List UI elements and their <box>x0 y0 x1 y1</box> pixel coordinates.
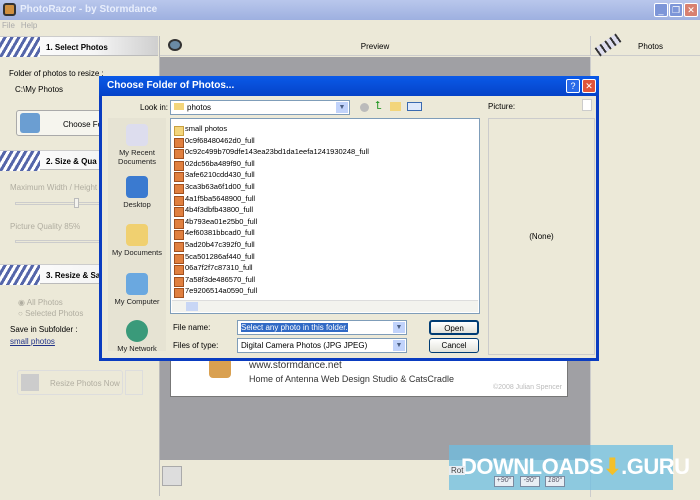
size-slider-thumb[interactable] <box>74 198 79 208</box>
file-item[interactable]: 0c92c499b709dfe143ea23bd1da1eefa12419302… <box>171 147 479 159</box>
file-item[interactable]: 4ef60381bbcad0_full <box>171 228 479 240</box>
subfolder-link[interactable]: small photos <box>10 337 55 346</box>
file-item[interactable]: 02dc56ba489f90_full <box>171 159 479 171</box>
dialog-title-bar: Choose Folder of Photos... <box>99 76 599 96</box>
max-size-label: Maximum Width / Height 60 <box>10 183 109 192</box>
view-menu-icon[interactable] <box>407 102 422 111</box>
help-button[interactable]: ? <box>566 79 580 93</box>
up-folder-icon[interactable]: ⮤ <box>375 100 382 113</box>
section-select-photos: 1. Select Photos <box>0 36 158 57</box>
copyright: ©2008 Julian Spencer <box>493 384 562 391</box>
place-my-computer[interactable]: My Computer <box>108 273 166 306</box>
file-item[interactable]: 7a58f3de486570_full <box>171 275 479 287</box>
file-list[interactable]: small photos 0c9f68480462d0_full 0c92c499b… <box>170 118 480 314</box>
quality-slider[interactable] <box>15 240 105 243</box>
rotate-plus90-button[interactable]: +90° <box>494 476 514 487</box>
preview-header: Preview <box>160 36 590 56</box>
quality-label: Picture Quality 85% <box>10 222 81 231</box>
file-item[interactable]: 06a7f2f7c87310_full <box>171 263 479 275</box>
horizontal-scrollbar[interactable] <box>172 300 478 312</box>
app-icon <box>3 3 16 16</box>
eye-icon <box>168 39 182 51</box>
choose-folder-button[interactable]: Choose Fo <box>16 110 106 136</box>
file-item[interactable]: 3ca3b63a6f1d00_full <box>171 182 479 194</box>
look-in-select[interactable]: photos ▼ <box>170 100 350 115</box>
menu-file[interactable]: File <box>2 21 15 30</box>
file-item[interactable]: 5ca501286af440_full <box>171 252 479 264</box>
scrollbar-thumb[interactable] <box>186 302 198 311</box>
file-item[interactable]: 4b793ea01e25b0_full <box>171 217 479 229</box>
look-in-label: Look in: <box>140 103 169 112</box>
menu-bar: File Help <box>0 20 700 32</box>
new-folder-icon[interactable] <box>390 102 401 111</box>
file-item[interactable]: 4a1f5ba5648900_full <box>171 194 479 206</box>
filmstrip-icon <box>594 33 622 57</box>
banner-url: www.stormdance.net <box>249 360 342 371</box>
link-icon[interactable] <box>125 370 143 395</box>
preview-toggle-icon[interactable] <box>582 99 592 111</box>
close-button[interactable]: ✕ <box>684 3 698 17</box>
folder-item[interactable]: small photos <box>171 124 479 136</box>
place-my-network[interactable]: My Network <box>108 320 166 353</box>
file-type-select[interactable]: Digital Camera Photos (JPG JPEG) ▼ <box>237 338 407 353</box>
cancel-button[interactable]: Cancel <box>429 338 479 353</box>
dialog-close-button[interactable]: ✕ <box>582 79 596 93</box>
open-button[interactable]: Open <box>429 320 479 335</box>
folder-label: Folder of photos to resize : <box>9 69 104 78</box>
rotate-label: Rot <box>449 466 466 475</box>
radio-all-photos[interactable]: ◉ All Photos <box>18 298 63 307</box>
place-recent[interactable]: My Recent Documents <box>108 124 166 166</box>
rotate-minus90-button[interactable]: -90° <box>520 476 540 487</box>
folder-icon <box>20 113 40 133</box>
picture-preview: (None) <box>488 118 595 355</box>
file-item[interactable]: 7e9206514a0590_full <box>171 286 479 298</box>
file-item[interactable]: 3afe6210cdd430_full <box>171 170 479 182</box>
folder-value: C:\My Photos <box>15 85 64 94</box>
rotate-180-button[interactable]: 180° <box>545 476 565 487</box>
file-item[interactable]: 0c9f68480462d0_full <box>171 136 479 148</box>
resize-icon <box>21 374 39 391</box>
view-toggle-icon[interactable] <box>162 466 182 486</box>
size-slider[interactable] <box>15 198 105 208</box>
place-desktop[interactable]: Desktop <box>108 176 166 209</box>
picture-label: Picture: <box>488 102 516 111</box>
photos-header: Photos <box>590 33 700 57</box>
file-item[interactable]: 5ad20b47c392f0_full <box>171 240 479 252</box>
menu-help[interactable]: Help <box>21 21 37 30</box>
file-type-label: Files of type: <box>173 341 219 350</box>
minimize-button[interactable]: _ <box>654 3 668 17</box>
restore-button[interactable]: ❐ <box>669 3 683 17</box>
radio-selected-photos[interactable]: ○ Selected Photos <box>18 309 83 318</box>
choose-folder-dialog: Choose Folder of Photos... ? ✕ Look in: … <box>99 76 599 361</box>
file-item[interactable]: 4b4f3dbfb43800_full <box>171 205 479 217</box>
back-icon[interactable] <box>360 103 369 112</box>
logo-icon <box>209 358 231 378</box>
preview-banner: www.stormdance.net Home of Antenna Web D… <box>170 355 568 397</box>
title-bar: PhotoRazor - by Stormdance <box>0 0 700 20</box>
resize-photos-button[interactable]: Resize Photos Now <box>17 370 123 395</box>
section-title: 1. Select Photos <box>46 43 108 52</box>
file-name-input[interactable]: Select any photo in this folder. ▼ <box>237 320 407 335</box>
banner-text: Home of Antenna Web Design Studio & Cats… <box>249 374 454 384</box>
subfolder-label: Save in Subfolder : <box>10 325 78 334</box>
place-my-documents[interactable]: My Documents <box>108 224 166 257</box>
window-title: PhotoRazor - by Stormdance <box>20 4 158 15</box>
file-name-label: File name: <box>173 323 211 332</box>
